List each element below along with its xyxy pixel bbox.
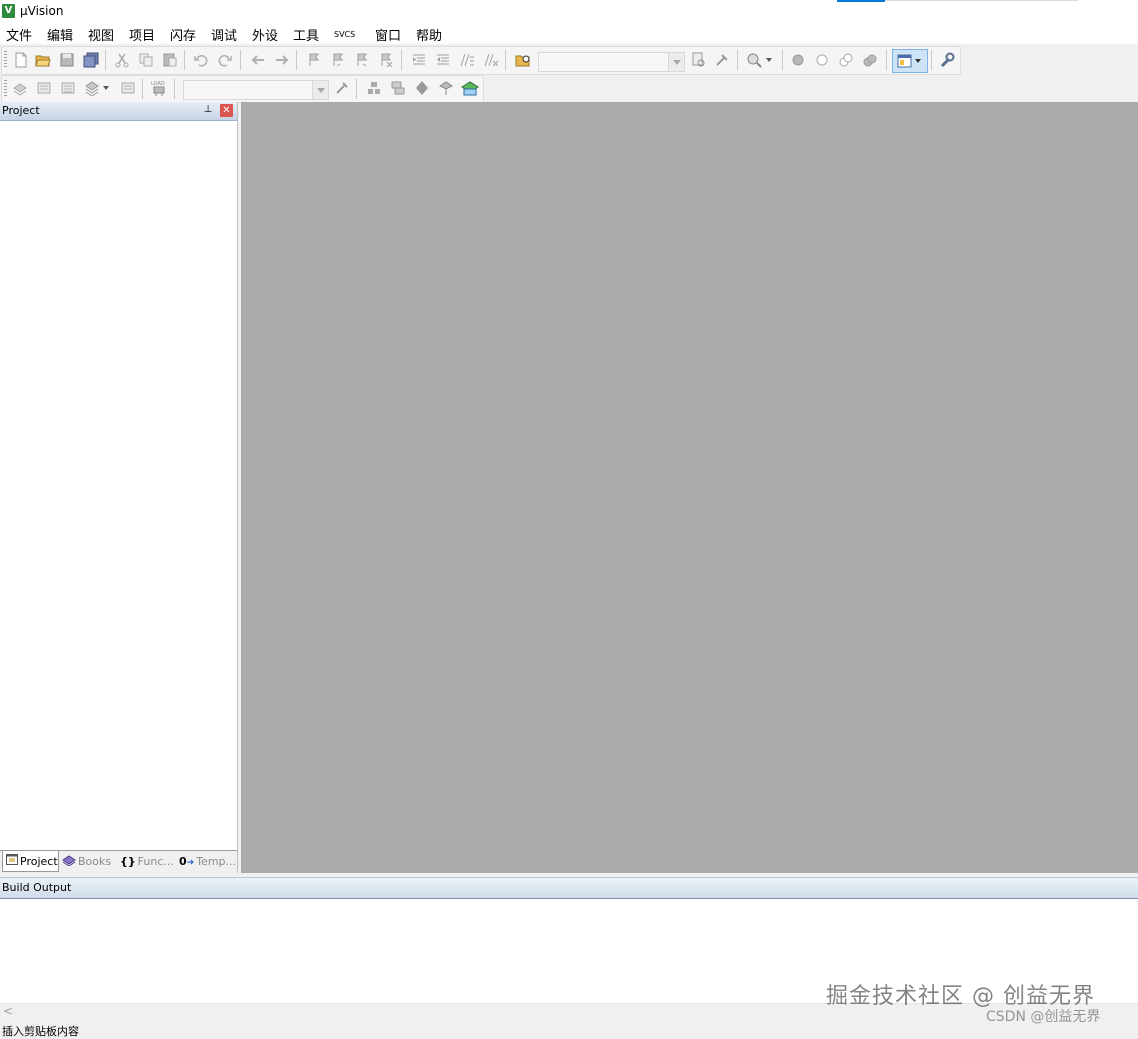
project-panel-tabs: Project Books {} Func... 0➜ Temp... — [0, 850, 237, 873]
tab-project[interactable]: Project — [2, 851, 59, 872]
nav-forward-icon[interactable] — [272, 50, 292, 70]
window-layout-icon[interactable] — [892, 49, 928, 73]
uvision-app-icon: V — [2, 4, 15, 18]
chevron-down-icon[interactable] — [668, 53, 684, 71]
toolbar-grip[interactable] — [4, 51, 7, 69]
unindent-icon[interactable] — [433, 50, 453, 70]
save-icon[interactable] — [57, 50, 77, 70]
prev-bookmark-icon[interactable] — [328, 50, 348, 70]
menu-edit[interactable]: 编辑 — [47, 25, 73, 44]
pin-icon[interactable]: ⊥ — [202, 104, 214, 116]
menu-tools[interactable]: 工具 — [293, 25, 319, 44]
disable-breakpoint-icon[interactable] — [812, 50, 832, 70]
find-combo[interactable] — [538, 52, 685, 72]
batch-build-icon[interactable] — [82, 78, 102, 98]
tab-label: Project — [20, 854, 58, 868]
tab-label: Books — [78, 854, 112, 868]
configure-icon[interactable] — [937, 50, 957, 70]
kill-breakpoints-icon[interactable] — [860, 50, 880, 70]
open-folder-icon[interactable] — [33, 50, 53, 70]
build-output-header: Build Output — [0, 877, 1138, 899]
download-icon[interactable]: LOAD — [149, 78, 169, 98]
menu-debug[interactable]: 调试 — [211, 25, 237, 44]
file-extensions-icon[interactable] — [364, 78, 384, 98]
chevron-down-icon[interactable] — [100, 78, 112, 98]
find-in-files-icon[interactable] — [513, 50, 533, 70]
menu-file[interactable]: 文件 — [6, 25, 32, 44]
build-icon[interactable] — [34, 78, 54, 98]
project-tab-icon — [6, 854, 18, 868]
project-panel-title: Project — [2, 104, 40, 117]
file-toolbar — [1, 46, 961, 75]
copy-icon[interactable] — [136, 50, 156, 70]
tab-functions[interactable]: {} Func... — [117, 851, 174, 871]
undo-icon[interactable] — [191, 50, 211, 70]
menu-peripherals[interactable]: 外设 — [252, 25, 278, 44]
books-tab-icon — [62, 854, 76, 869]
comment-icon[interactable] — [457, 50, 477, 70]
chevron-down-icon[interactable] — [312, 81, 328, 99]
stop-build-icon[interactable] — [118, 78, 138, 98]
indent-icon[interactable] — [409, 50, 429, 70]
toolbar-grip[interactable] — [4, 80, 7, 98]
target-options-icon[interactable] — [332, 78, 352, 98]
build-output-title: Build Output — [2, 881, 72, 894]
menu-svcs[interactable]: svcs — [334, 26, 355, 40]
nav-back-icon[interactable] — [248, 50, 268, 70]
target-combo[interactable] — [183, 80, 329, 100]
manage-components-icon[interactable] — [388, 78, 408, 98]
uncomment-icon[interactable] — [481, 50, 501, 70]
new-file-icon[interactable] — [11, 50, 31, 70]
window-title: µVision — [20, 4, 64, 18]
bookmark-icon[interactable] — [304, 50, 324, 70]
close-icon[interactable]: ✕ — [220, 104, 233, 117]
editor-area[interactable] — [241, 102, 1138, 873]
title-accent-line — [837, 0, 885, 2]
incremental-find-icon[interactable] — [688, 50, 708, 70]
build-toolbar: LOAD — [1, 75, 484, 103]
status-text: 插入剪贴板内容 — [2, 1025, 79, 1038]
menu-flash[interactable]: 闪存 — [170, 25, 196, 44]
cut-icon[interactable] — [112, 50, 132, 70]
status-bar: 插入剪贴板内容 — [0, 1021, 1138, 1038]
pack-installer-icon[interactable] — [460, 78, 480, 98]
next-bookmark-icon[interactable] — [352, 50, 372, 70]
disable-all-breakpoints-icon[interactable] — [836, 50, 856, 70]
tab-label: Temp... — [196, 854, 237, 868]
tab-templates[interactable]: 0➜ Temp... — [176, 851, 236, 871]
debug-session-icon[interactable] — [744, 50, 764, 70]
svg-text:LOAD: LOAD — [151, 81, 165, 87]
redo-icon[interactable] — [215, 50, 235, 70]
menu-window[interactable]: 窗口 — [375, 25, 401, 44]
clear-bookmarks-icon[interactable] — [376, 50, 396, 70]
breakpoint-icon[interactable] — [788, 50, 808, 70]
find-icon[interactable] — [712, 50, 732, 70]
tab-label: Func... — [137, 854, 174, 868]
scroll-left-icon[interactable]: < — [3, 1004, 13, 1018]
rebuild-icon[interactable] — [58, 78, 78, 98]
project-panel-header: Project ⊥ ✕ — [0, 102, 237, 121]
functions-tab-icon: {} — [120, 854, 136, 868]
paste-icon[interactable] — [160, 50, 180, 70]
menu-help[interactable]: 帮助 — [416, 25, 442, 44]
watermark-line2: CSDN @创益无界 — [986, 1009, 1101, 1025]
tab-books[interactable]: Books — [59, 851, 115, 871]
menu-project[interactable]: 项目 — [129, 25, 155, 44]
select-packs-icon[interactable] — [412, 78, 432, 98]
pack-installer-icon[interactable] — [436, 78, 456, 98]
project-panel: Project ⊥ ✕ Project Books {} Func... 0➜ … — [0, 102, 238, 873]
title-bar: V µVision — [0, 0, 1138, 22]
menu-view[interactable]: 视图 — [88, 25, 114, 44]
menu-bar: 文件 编辑 视图 项目 闪存 调试 外设 工具 svcs 窗口 帮助 — [0, 22, 1138, 44]
save-all-icon[interactable] — [81, 50, 101, 70]
title-divider-line — [885, 0, 1078, 1]
chevron-down-icon[interactable] — [763, 50, 775, 70]
templates-tab-icon: 0➜ — [179, 854, 195, 868]
translate-icon[interactable] — [10, 78, 30, 98]
